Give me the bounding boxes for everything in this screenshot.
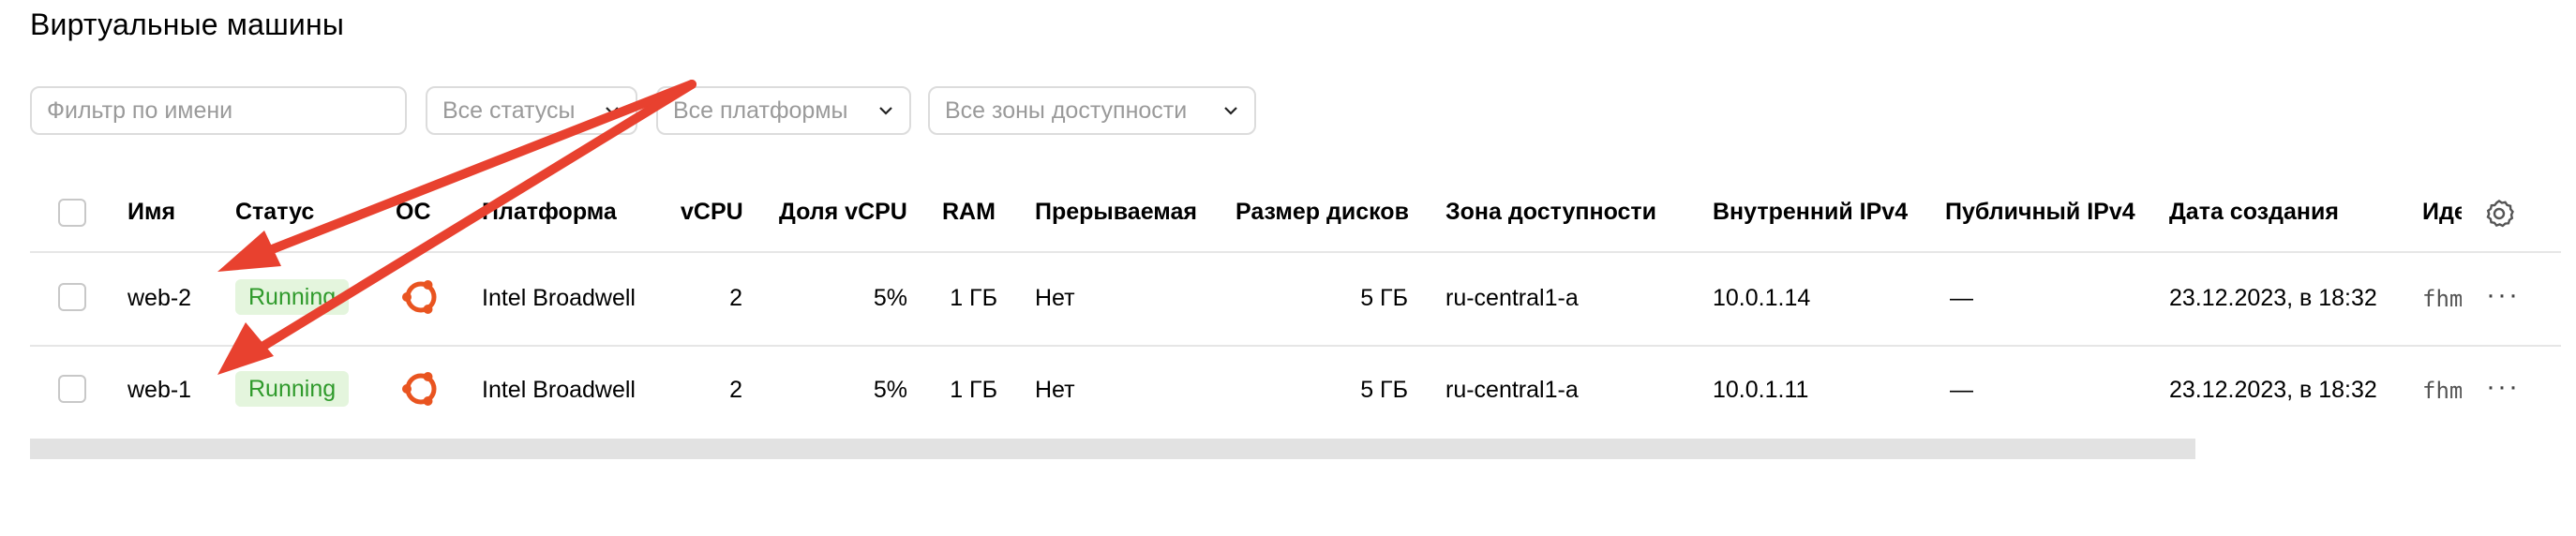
chevron-down-icon [606,107,619,115]
created-value: 23.12.2023, в 18:32 [2169,285,2377,311]
ubuntu-icon [400,276,442,318]
chevron-down-icon [1224,107,1237,115]
status-filter-select[interactable]: Все статусы [426,86,637,135]
disk-size-value: 5 ГБ [1360,377,1408,403]
platform-filter-value: Все платформы [673,97,848,124]
preemptible-value: Нет [1035,377,1075,403]
vm-name[interactable]: web-2 [127,285,191,312]
name-filter-input[interactable]: Фильтр по имени [30,86,407,135]
disk-size-value: 5 ГБ [1360,285,1408,311]
column-header-preemptible[interactable]: Прерываемая [1035,199,1197,226]
row-checkbox[interactable] [58,375,86,403]
more-icon[interactable]: ··· [2486,279,2520,311]
vcpu-share-value: 5% [873,285,907,311]
page-title: Виртуальные машины [30,7,345,41]
ram-value: 1 ГБ [950,285,997,311]
vcpu-value: 2 [729,285,742,311]
arrow-head-web-1 [217,322,274,375]
ram-value: 1 ГБ [950,377,997,403]
vcpu-value: 2 [729,377,742,403]
public-ipv4-value: — [1950,285,1973,311]
ubuntu-icon [400,368,442,409]
column-header-platform[interactable]: Платформа [482,199,617,226]
column-header-ram[interactable]: RAM [942,199,996,226]
zone-value: ru-central1-a [1445,285,1579,311]
chevron-down-icon [879,107,892,115]
column-header-vcpu-share[interactable]: Доля vCPU [779,199,907,226]
id-value[interactable]: fhm [2422,378,2462,404]
column-header-public-ipv4[interactable]: Публичный IPv4 [1945,199,2135,226]
gear-icon[interactable] [2484,199,2514,229]
column-header-disk-size[interactable]: Размер дисков [1236,199,1409,226]
column-header-internal-ipv4[interactable]: Внутренний IPv4 [1713,199,1908,226]
status-badge: Running [235,371,350,407]
vcpu-share-value: 5% [873,377,907,403]
zone-filter-value: Все зоны доступности [945,97,1188,124]
row-checkbox[interactable] [58,283,86,311]
id-value[interactable]: fhm [2422,286,2462,312]
platform-filter-select[interactable]: Все платформы [656,86,911,135]
internal-ipv4-value: 10.0.1.11 [1713,377,1809,403]
header-divider [30,251,2561,253]
status-filter-value: Все статусы [442,97,576,124]
column-header-created[interactable]: Дата создания [2169,199,2339,226]
platform-value: Intel Broadwell [482,377,636,403]
preemptible-value: Нет [1035,285,1075,311]
column-header-id[interactable]: Иде [2422,199,2462,226]
zone-filter-select[interactable]: Все зоны доступности [928,86,1256,135]
vm-name[interactable]: web-1 [127,377,191,404]
horizontal-scrollbar[interactable] [30,439,2195,459]
internal-ipv4-value: 10.0.1.14 [1713,285,1811,311]
status-badge: Running [235,279,350,315]
public-ipv4-value: — [1950,377,1973,403]
column-header-os[interactable]: ОС [396,199,431,226]
name-filter-placeholder: Фильтр по имени [47,97,233,124]
column-header-status[interactable]: Статус [235,199,314,226]
row-divider [30,345,2561,347]
column-header-name[interactable]: Имя [127,199,175,226]
column-header-zone[interactable]: Зона доступности [1445,199,1656,226]
more-icon[interactable]: ··· [2486,371,2520,403]
column-header-vcpu[interactable]: vCPU [681,199,743,226]
platform-value: Intel Broadwell [482,285,636,311]
select-all-checkbox[interactable] [58,199,86,227]
created-value: 23.12.2023, в 18:32 [2169,377,2377,403]
zone-value: ru-central1-a [1445,377,1579,403]
